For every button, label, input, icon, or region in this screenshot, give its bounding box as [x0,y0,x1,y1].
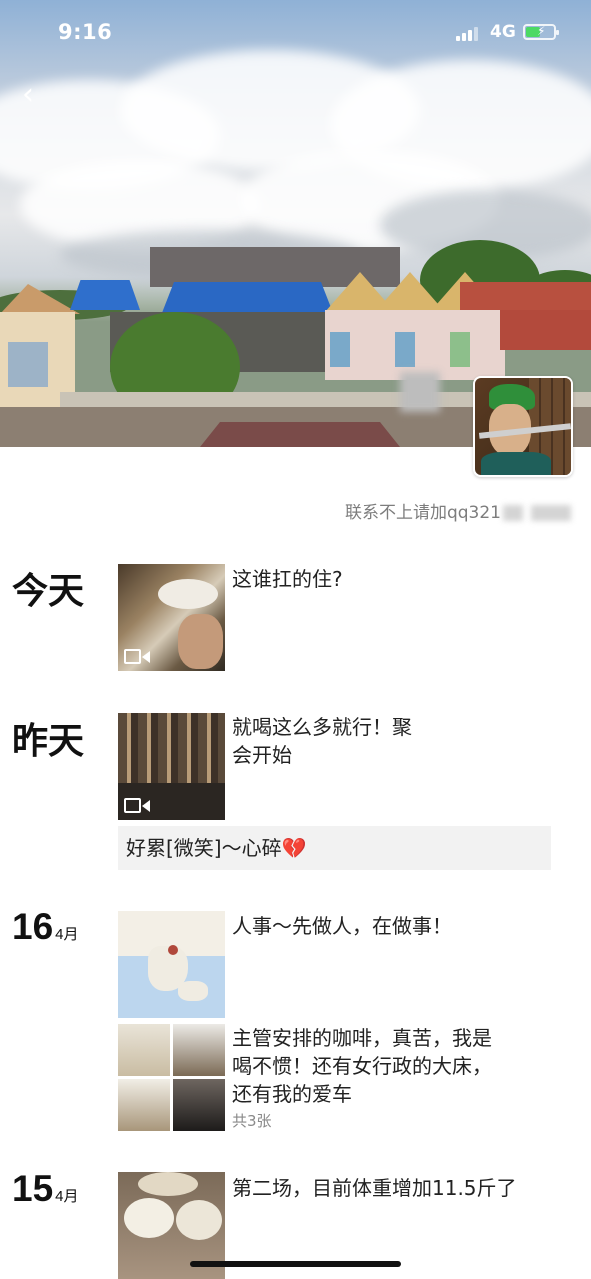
cellular-signal-icon [456,26,482,41]
chevron-left-icon[interactable]: ‹ [22,80,44,110]
shared-text-bar[interactable]: 好累[微笑]～心碎💔 [118,826,551,870]
video-icon [124,798,151,814]
post-text[interactable]: 第二场，目前体重增加11.5斤了 [232,1174,517,1202]
photo-count: 共3张 [232,1112,272,1130]
video-thumbnail[interactable] [118,564,225,671]
profile-signature: 联系不上请加qq321 [345,498,571,523]
video-icon [124,649,151,665]
status-time: 9:16 [58,20,113,44]
battery-icon: ⚡ [523,24,559,40]
network-type: 4G [490,22,516,42]
home-indicator[interactable] [190,1261,401,1267]
signature-text: 联系不上请加qq321 [344,503,501,523]
avatar[interactable] [473,376,573,477]
post-text[interactable]: 主管安排的咖啡，真苦，我是 喝不惯！还有女行政的大床， 还有我的爱车 [232,1024,492,1108]
post-text[interactable]: 这谁扛的住? [232,565,343,593]
video-thumbnail[interactable] [118,713,225,820]
date-label: 15 4月 [12,1168,79,1209]
date-label: 昨天 [12,720,85,761]
date-label: 今天 [12,570,85,611]
post-text[interactable]: 人事～先做人，在做事！ [232,912,452,940]
date-label: 16 4月 [12,906,79,947]
photo-grid[interactable] [118,1024,225,1131]
map-thumbnail[interactable] [118,911,225,1018]
status-bar: 9:16 4G ⚡ [0,0,591,64]
broken-heart-icon: 💔 [281,836,307,860]
share-text: 好累[微笑]～心碎 [126,836,282,860]
location-pin-icon [168,945,178,955]
post-text[interactable]: 就喝这么多就行！聚 会开始 [232,713,412,769]
